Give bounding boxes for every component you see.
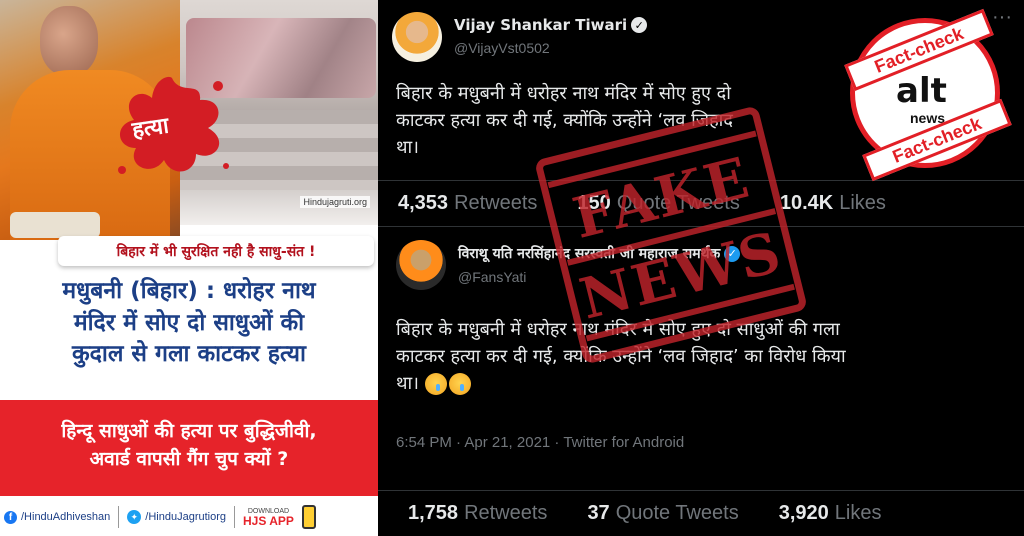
headline-line: मंदिर में सोए दो साधुओं की [73,309,305,336]
poster-footer: f /HinduAdhiveshan ✦ /HinduJagrutiorg DO… [0,498,378,536]
tweet-line: बिहार के मधुबनी में धरोहर नाथ मंदिर में … [396,83,731,104]
headline-line: कुदाल से गला काटकर हत्या [72,341,306,368]
verified-badge-icon: ✓ [631,17,648,33]
facebook-handle: /HinduAdhiveshan [21,511,111,523]
crying-face-icon [448,373,471,395]
tweet2-timestamp[interactable]: 6:54 PM · Apr 21, 2021 · Twitter for And… [396,434,684,451]
blood-label: हत्या [130,113,171,144]
question-line: अवार्ड वापसी गैंग चुप क्यों ? [89,447,289,470]
retweets-stat[interactable]: 4,353 Retweets [398,192,537,215]
footer-divider [118,506,120,528]
sadhu-head [40,6,98,76]
phone-icon [301,505,316,529]
retweets-stat[interactable]: 1,758 Retweets [408,502,547,525]
app-download: DOWNLOAD HJS APP [243,508,294,527]
quote-tweets-stat[interactable]: 37 Quote Tweets [587,502,738,525]
tweet2-stats: 1,758 Retweets 37 Quote Tweets 3,920 Likes [408,502,882,525]
sadhu-feet [10,212,100,238]
twitter-icon: ✦ [127,510,142,524]
tweet1-header: Vijay Shankar Tiwari ✓ @VijayVst0502 [392,12,648,62]
app-name: HJS APP [243,513,294,528]
poster: Hindujagruti.org हत्या बिहार में भी सुरक… [0,0,378,536]
fact-check-badge: Fact-check alt news Fact-check [838,8,1012,182]
tweet-line: था। [396,370,1016,397]
tweet-line: काटकर हत्या कर दी गई, क्योंकि उन्होंने ‘… [396,346,846,367]
tweet1-handle[interactable]: @VijayVst0502 [454,40,647,56]
poster-headline: मधुबनी (बिहार) : धरोहर नाथ मंदिर में सोए… [6,276,372,371]
headline-line: मधुबनी (बिहार) : धरोहर नाथ [62,278,316,304]
photo-watermark: Hindujagruti.org [300,196,370,208]
divider [378,490,1024,491]
tweet1-author[interactable]: Vijay Shankar Tiwari ✓ [454,16,648,34]
footer-divider [234,506,236,528]
avatar[interactable] [392,12,442,62]
crying-face-icon [424,373,447,395]
poster-subheadline: बिहार में भी सुरक्षित नही है साधु-संत ! [58,236,374,266]
blood-splatter-icon [118,76,229,174]
twitter-handle: /HinduJagrutiorg [145,511,227,523]
avatar[interactable] [396,240,446,290]
alt-logo: alt [896,71,947,111]
question-line: हिन्दू साधुओं की हत्या पर बुद्धिजीवी, [61,420,317,442]
facebook-icon: f [4,510,17,524]
author-name: Vijay Shankar Tiwari [454,16,628,34]
likes-stat[interactable]: 3,920 Likes [779,502,882,525]
poster-question-box: हिन्दू साधुओं की हत्या पर बुद्धिजीवी, अव… [0,400,378,496]
likes-stat[interactable]: 10.4K Likes [780,192,886,215]
